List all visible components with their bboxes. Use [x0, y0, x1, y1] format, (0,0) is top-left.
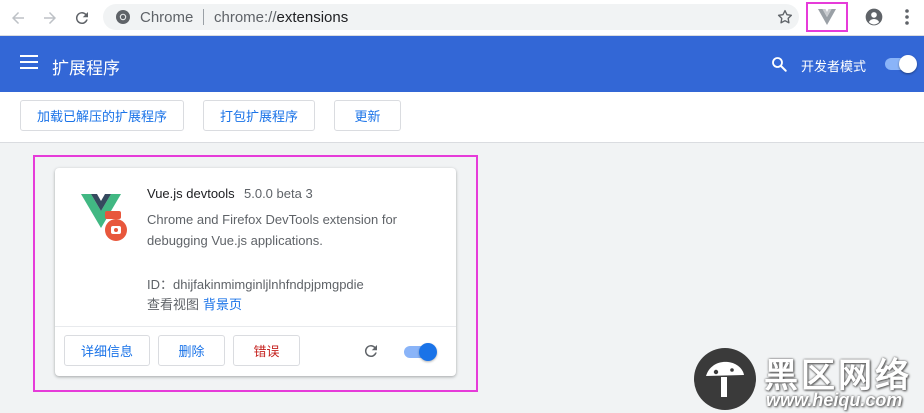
url-path: extensions	[276, 9, 349, 26]
developer-mode-toggle[interactable]	[885, 55, 917, 73]
update-button[interactable]: 更新	[334, 100, 401, 131]
inspect-views: 查看视图 背景页	[147, 294, 242, 313]
extension-name: Vue.js devtools	[147, 186, 235, 201]
forward-arrow-icon[interactable]	[39, 7, 61, 29]
omnibox-chip-label: Chrome	[140, 9, 194, 26]
details-button[interactable]: 详细信息	[64, 335, 150, 366]
extension-description: Chrome and Firefox DevTools extension fo…	[147, 212, 398, 248]
load-unpacked-button[interactable]: 加载已解压的扩展程序	[20, 100, 184, 131]
more-vert-icon[interactable]	[898, 7, 916, 32]
url-scheme: chrome://	[214, 9, 277, 26]
page-title: 扩展程序	[52, 59, 120, 78]
search-icon[interactable]	[770, 55, 788, 78]
watermark: 黑区网络 www.heiqu.com	[692, 346, 924, 413]
inspect-views-label: 查看视图	[147, 297, 200, 312]
background-page-link[interactable]: 背景页	[203, 297, 242, 312]
extension-enabled-toggle[interactable]	[404, 343, 438, 361]
reload-icon[interactable]	[362, 342, 380, 365]
extension-card: Vue.js devtools 5.0.0 beta 3 Chrome and …	[55, 168, 456, 376]
reload-icon[interactable]	[71, 7, 93, 29]
account-circle-icon[interactable]	[864, 7, 884, 32]
url-text[interactable]: chrome://extensions	[214, 9, 348, 26]
developer-mode-label: 开发者模式	[801, 59, 867, 74]
remove-button[interactable]: 删除	[158, 335, 225, 366]
browser-toolbar: Chrome chrome://extensions	[0, 0, 924, 36]
pack-extension-button[interactable]: 打包扩展程序	[203, 100, 315, 131]
watermark-url: www.heiqu.com	[766, 390, 903, 410]
address-bar[interactable]: Chrome chrome://extensions	[103, 4, 799, 30]
back-arrow-icon[interactable]	[7, 7, 29, 29]
card-divider	[55, 326, 456, 327]
extension-version: 5.0.0 beta 3	[244, 186, 313, 201]
extensions-header: 扩展程序 开发者模式	[0, 36, 924, 92]
vue-devtools-logo-icon	[79, 190, 129, 241]
omnibox-separator	[203, 9, 204, 25]
toggle-knob	[419, 343, 437, 361]
watermark-logo-icon	[694, 348, 756, 410]
star-icon[interactable]	[776, 8, 794, 31]
chrome-logo-icon[interactable]	[115, 9, 131, 30]
developer-actions-bar: 加载已解压的扩展程序 打包扩展程序 更新	[0, 92, 924, 143]
errors-button[interactable]: 错误	[233, 335, 300, 366]
vue-devtools-icon[interactable]	[806, 2, 848, 32]
extension-id: ID：dhijfakinmimginljlnhfndpjpmgpdie	[147, 277, 364, 292]
toggle-knob	[899, 55, 917, 73]
menu-icon[interactable]	[20, 54, 38, 75]
